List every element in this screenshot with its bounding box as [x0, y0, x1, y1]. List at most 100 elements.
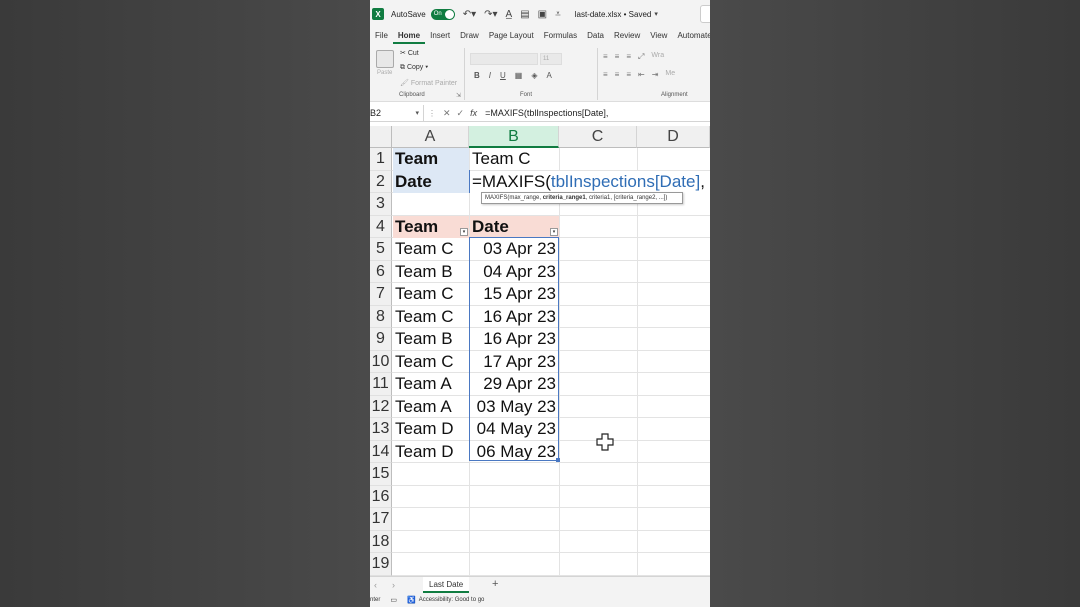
tab-page-layout[interactable]: Page Layout [484, 28, 539, 44]
worksheet-grid[interactable]: A B C D 1 2 3 4 5 6 7 8 9 10 11 12 13 14 15 16 17 18 19 Te… [370, 126, 710, 578]
font-color-icon[interactable]: A̲ [506, 9, 513, 20]
row-header[interactable]: 14 [370, 440, 392, 463]
table-cell-date[interactable]: 04 May 23 [470, 418, 559, 441]
tab-automate[interactable]: Automate [672, 28, 710, 44]
cell-a2[interactable]: Date [393, 170, 469, 193]
align-left-icon[interactable]: ≡ [603, 70, 608, 79]
font-name-dropdown[interactable] [470, 53, 538, 65]
table-cell-date[interactable]: 03 Apr 23 [470, 238, 559, 261]
paste-button[interactable]: Paste [377, 70, 392, 76]
border-icon[interactable]: ▦ [515, 71, 523, 80]
select-all-corner[interactable] [370, 126, 392, 148]
print-icon[interactable]: ▤ [520, 9, 529, 20]
table-header-date[interactable]: Date [470, 215, 559, 238]
align-bottom-icon[interactable]: ≡ [626, 52, 631, 62]
tab-formulas[interactable]: Formulas [539, 28, 582, 44]
file-name[interactable]: last-date.xlsx • Saved [575, 10, 652, 19]
chevron-down-icon[interactable]: ▾ [654, 10, 658, 18]
cell-b1[interactable]: Team C [470, 148, 559, 171]
column-header-a[interactable]: A [392, 126, 469, 148]
decrease-indent-icon[interactable]: ⇤ [638, 70, 645, 79]
cell-b2[interactable]: =MAXIFS(tblInspections[Date], [470, 170, 710, 193]
cell-a1[interactable]: Team [393, 148, 469, 171]
enter-icon[interactable]: ✓ [457, 108, 465, 119]
accessibility-status[interactable]: Accessibility: Good to go [419, 597, 485, 603]
table-cell-date[interactable]: 16 Apr 23 [470, 328, 559, 351]
row-header[interactable]: 12 [370, 395, 392, 418]
underline-icon[interactable]: U [500, 71, 506, 80]
search-box[interactable] [700, 5, 710, 23]
row-header[interactable]: 19 [370, 553, 392, 576]
table-cell-date[interactable]: 17 Apr 23 [470, 351, 559, 374]
tab-data[interactable]: Data [582, 28, 609, 44]
row-header[interactable]: 3 [370, 193, 392, 216]
wrap-text-button[interactable]: Wra [651, 52, 664, 62]
align-middle-icon[interactable]: ≡ [615, 52, 620, 62]
row-header[interactable]: 15 [370, 463, 392, 486]
table-cell-date[interactable]: 29 Apr 23 [470, 373, 559, 396]
format-painter-button[interactable]: 🖌 Format Painter [400, 79, 457, 87]
font-color-icon[interactable]: A [547, 71, 552, 80]
row-header[interactable]: 4 [370, 215, 392, 238]
accessibility-icon[interactable]: ♿ [407, 596, 416, 604]
chevron-left-icon[interactable]: ‹ [374, 580, 377, 590]
row-header[interactable]: 5 [370, 238, 392, 261]
tab-file[interactable]: File [370, 28, 393, 44]
column-header-d[interactable]: D [637, 126, 710, 148]
cut-button[interactable]: ✂ Cut [400, 49, 419, 57]
table-cell-team[interactable]: Team D [393, 418, 469, 441]
row-header[interactable]: 8 [370, 305, 392, 328]
tab-draw[interactable]: Draw [455, 28, 484, 44]
sheet-tab-last-date[interactable]: Last Date [423, 577, 470, 593]
font-size-dropdown[interactable]: 11 [540, 53, 562, 65]
row-header[interactable]: 1 [370, 148, 392, 171]
row-header[interactable]: 2 [370, 170, 392, 193]
table-cell-date[interactable]: 06 May 23 [470, 441, 559, 464]
customize-qat-icon[interactable]: ⩡ [555, 9, 561, 20]
row-header[interactable]: 16 [370, 485, 392, 508]
table-header-team[interactable]: Team [393, 215, 469, 238]
align-top-icon[interactable]: ≡ [603, 52, 608, 62]
column-header-b[interactable]: B [469, 126, 559, 148]
screenshot-icon[interactable]: ▣ [538, 9, 547, 20]
increase-indent-icon[interactable]: ⇥ [652, 70, 659, 79]
italic-icon[interactable]: I [489, 71, 491, 80]
tab-view[interactable]: View [645, 28, 672, 44]
filter-dropdown-icon[interactable]: ▾ [460, 228, 468, 236]
merge-center-button[interactable]: Me [665, 70, 675, 79]
tab-insert[interactable]: Insert [425, 28, 455, 44]
table-cell-team[interactable]: Team B [393, 328, 469, 351]
row-header[interactable]: 11 [370, 373, 392, 396]
bold-icon[interactable]: B [474, 71, 480, 80]
row-header[interactable]: 13 [370, 418, 392, 441]
tab-review[interactable]: Review [609, 28, 645, 44]
table-cell-date[interactable]: 16 Apr 23 [470, 306, 559, 329]
macro-record-icon[interactable]: ▭ [390, 596, 397, 604]
fill-color-icon[interactable]: ◈ [531, 71, 537, 80]
autosave-toggle[interactable]: On [430, 8, 455, 20]
row-header[interactable]: 18 [370, 530, 392, 553]
table-cell-team[interactable]: Team D [393, 441, 469, 464]
add-sheet-button[interactable]: + [492, 578, 498, 590]
row-header[interactable]: 9 [370, 328, 392, 351]
table-cell-team[interactable]: Team C [393, 351, 469, 374]
chevron-down-icon[interactable]: ▾ [415, 105, 419, 122]
align-right-icon[interactable]: ≡ [626, 70, 631, 79]
chevron-right-icon[interactable]: › [392, 580, 395, 590]
row-header[interactable]: 10 [370, 350, 392, 373]
copy-button[interactable]: ⧉ Copy ▾ [400, 64, 428, 72]
tab-home[interactable]: Home [392, 28, 426, 44]
column-header-c[interactable]: C [559, 126, 637, 148]
table-cell-date[interactable]: 04 Apr 23 [470, 261, 559, 284]
range-resize-handle[interactable] [556, 458, 560, 462]
row-header[interactable]: 6 [370, 260, 392, 283]
table-cell-date[interactable]: 03 May 23 [470, 396, 559, 419]
align-center-icon[interactable]: ≡ [615, 70, 620, 79]
paste-icon[interactable] [376, 50, 394, 68]
table-cell-date[interactable]: 15 Apr 23 [470, 283, 559, 306]
insert-function-icon[interactable]: fx [470, 108, 477, 119]
table-cell-team[interactable]: Team B [393, 261, 469, 284]
table-cell-team[interactable]: Team C [393, 283, 469, 306]
table-cell-team[interactable]: Team C [393, 306, 469, 329]
redo-icon[interactable]: ↷▾ [484, 9, 497, 20]
